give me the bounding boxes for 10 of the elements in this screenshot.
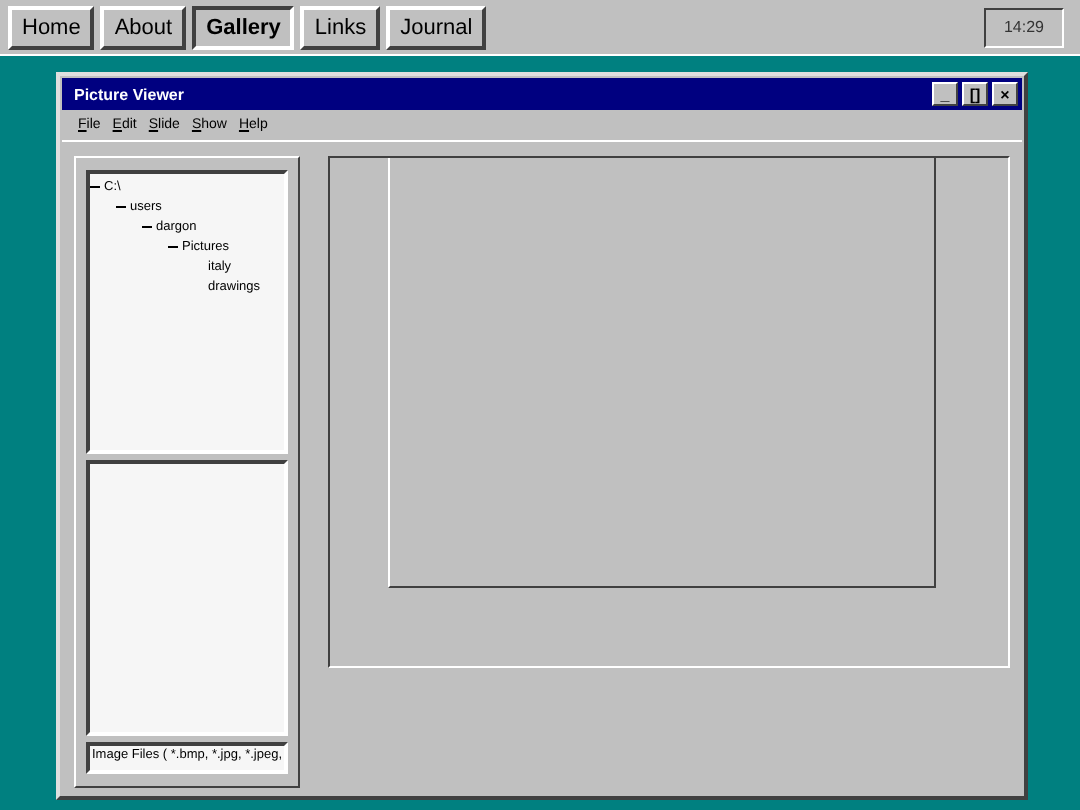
title-bar-button[interactable]: × [992,82,1018,106]
title-bar-button[interactable]: [] [962,82,988,106]
nav-button[interactable]: About [100,5,187,49]
clock: 14:29 [984,7,1064,47]
nav-button[interactable]: Links [300,5,381,49]
nav-button[interactable]: Gallery [192,5,295,49]
nav-button[interactable]: Home [8,5,95,49]
nav-button[interactable]: Journal [386,5,487,49]
title-bar-button[interactable]: _ [932,82,958,106]
window-title: Picture Viewer [74,85,186,103]
